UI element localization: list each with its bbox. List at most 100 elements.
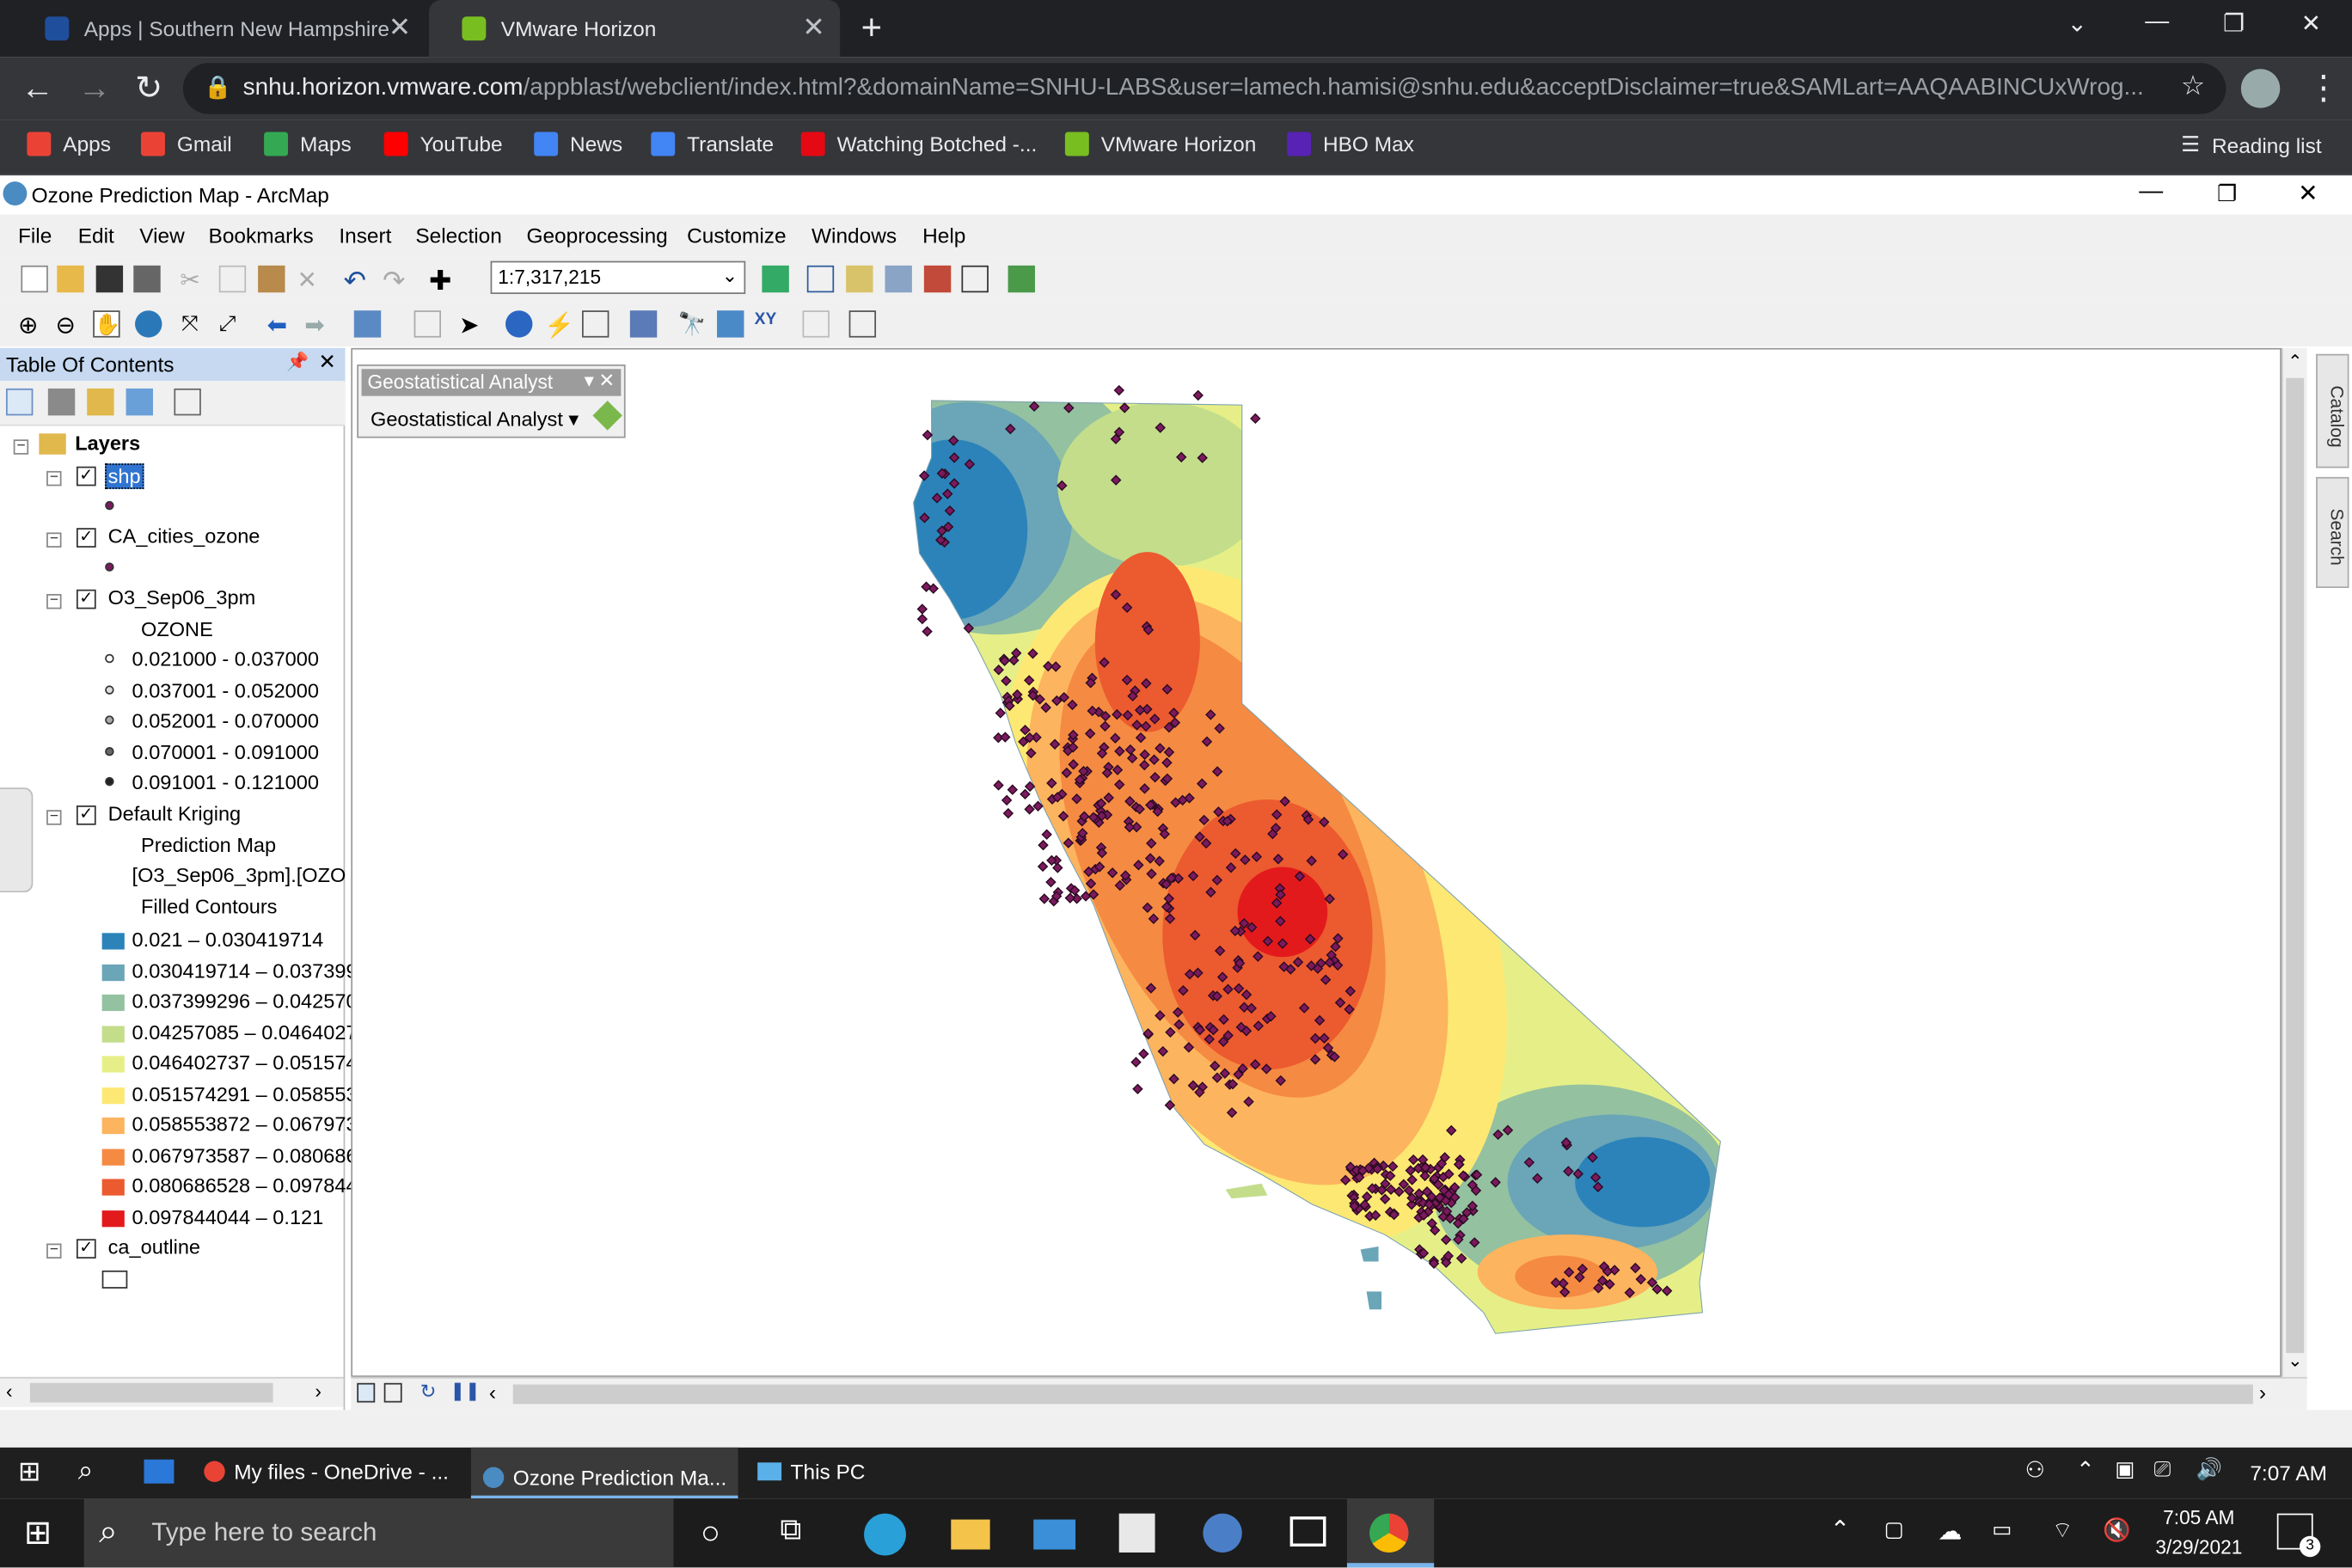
- station-point[interactable]: [916, 613, 928, 625]
- zoom-in-icon[interactable]: ⊕: [18, 310, 45, 340]
- legend-swatch[interactable]: [101, 1148, 125, 1165]
- class-symbol-icon[interactable]: [105, 685, 114, 695]
- windows-start-icon[interactable]: ⊞: [24, 1514, 52, 1553]
- menu-geoprocessing[interactable]: Geoprocessing: [526, 224, 667, 248]
- layer-visibility-checkbox[interactable]: ✓: [76, 466, 96, 487]
- wifi-icon[interactable]: ⌔: [2052, 1516, 2073, 1545]
- edge-icon[interactable]: [864, 1513, 906, 1556]
- station-point[interactable]: [1130, 1057, 1142, 1068]
- toc-horizontal-scrollbar[interactable]: ‹ ›: [0, 1376, 344, 1407]
- volume-icon[interactable]: 🔊: [2196, 1456, 2222, 1482]
- hyperlink-icon[interactable]: ⚡: [544, 310, 574, 340]
- geostatistical-analyst-menu-button[interactable]: Geostatistical Analyst ▾: [371, 401, 622, 432]
- legend-swatch[interactable]: [101, 1087, 125, 1104]
- station-point[interactable]: [1064, 892, 1076, 903]
- close-icon[interactable]: ✕: [2298, 179, 2318, 209]
- station-point[interactable]: [1007, 784, 1019, 795]
- point-symbol-icon[interactable]: [105, 500, 114, 511]
- layer-visibility-checkbox[interactable]: ✓: [76, 805, 96, 825]
- map-scale-combobox[interactable]: 1:7,317,215 ⌄: [490, 260, 746, 295]
- chevron-up-icon[interactable]: ⌃: [1830, 1515, 1850, 1545]
- forward-arrow-icon[interactable]: →: [78, 69, 111, 107]
- station-point[interactable]: [1037, 861, 1049, 873]
- map-view[interactable]: [351, 347, 2283, 1379]
- layer-ca-outline-label[interactable]: ca_outline: [108, 1236, 200, 1259]
- zoom-out-icon[interactable]: ⊖: [56, 310, 83, 340]
- taskbar-item-onedrive[interactable]: My files - OneDrive - ...: [204, 1460, 449, 1484]
- search-icon[interactable]: ⌕: [78, 1455, 94, 1487]
- station-point[interactable]: [1045, 876, 1057, 888]
- find-binoculars-icon[interactable]: 🔭: [678, 310, 707, 338]
- next-extent-arrow-icon[interactable]: ➡: [304, 310, 331, 340]
- onedrive-cloud-icon[interactable]: ☁: [1938, 1516, 1962, 1547]
- arctoolbox-icon[interactable]: [923, 265, 952, 293]
- windows-start-icon[interactable]: ⊞: [18, 1456, 40, 1488]
- station-point[interactable]: [995, 707, 1006, 719]
- legend-swatch[interactable]: [101, 994, 125, 1012]
- station-point[interactable]: [1001, 794, 1013, 806]
- station-point[interactable]: [1113, 384, 1125, 396]
- catalog-window-icon[interactable]: [846, 265, 873, 293]
- collapse-icon[interactable]: −: [46, 470, 62, 487]
- station-point[interactable]: [1024, 804, 1035, 815]
- people-icon[interactable]: ⚇: [2025, 1456, 2045, 1484]
- station-point[interactable]: [1192, 389, 1204, 401]
- station-point[interactable]: [1052, 862, 1063, 873]
- station-point[interactable]: [1002, 807, 1014, 819]
- undo-icon[interactable]: ↶: [344, 266, 371, 296]
- cut-icon[interactable]: ✂: [180, 266, 206, 294]
- close-icon[interactable]: ✕: [802, 12, 824, 44]
- tab-snhu-apps[interactable]: Apps | Southern New Hampshire ✕: [12, 0, 426, 57]
- open-folder-icon[interactable]: [57, 265, 84, 293]
- scroll-thumb[interactable]: [2286, 377, 2305, 1353]
- menu-bookmarks[interactable]: Bookmarks: [209, 224, 314, 248]
- modelbuilder-icon[interactable]: [1008, 265, 1035, 293]
- app-icon[interactable]: [1203, 1513, 1242, 1553]
- bookmark-gmail[interactable]: Gmail: [141, 132, 232, 156]
- mail-icon[interactable]: [1033, 1519, 1076, 1550]
- new-document-icon[interactable]: [21, 265, 48, 293]
- taskbar-search-box[interactable]: ⌕ Type here to search: [83, 1498, 674, 1568]
- back-arrow-icon[interactable]: ←: [21, 69, 53, 107]
- clock[interactable]: 7:07 AM: [2250, 1461, 2327, 1485]
- measure-icon[interactable]: [629, 310, 658, 338]
- scroll-thumb[interactable]: [512, 1384, 2253, 1405]
- fixed-zoom-in-icon[interactable]: ⤧: [181, 310, 208, 337]
- clock-date[interactable]: 3/29/2021: [2155, 1536, 2242, 1559]
- menu-insert[interactable]: Insert: [339, 224, 391, 248]
- dropdown-arrow-icon[interactable]: ▾: [585, 369, 594, 393]
- ozone-prediction-map[interactable]: [352, 350, 2283, 1379]
- pin-icon[interactable]: 📌: [286, 351, 309, 371]
- file-explorer-icon[interactable]: [951, 1519, 990, 1550]
- station-point[interactable]: [993, 780, 1004, 791]
- bookmark-hbo-max[interactable]: HBO Max: [1287, 132, 1414, 156]
- station-point[interactable]: [1138, 1048, 1149, 1060]
- station-point[interactable]: [1038, 893, 1050, 904]
- layer-visibility-checkbox[interactable]: ✓: [76, 589, 96, 609]
- menu-kebab-icon[interactable]: ⋮: [2307, 69, 2340, 107]
- layer-ca-cities-ozone-label[interactable]: CA_cities_ozone: [108, 525, 260, 548]
- station-point[interactable]: [1250, 413, 1261, 425]
- collapse-icon[interactable]: −: [46, 1243, 62, 1259]
- print-icon[interactable]: [133, 265, 161, 293]
- station-point[interactable]: [922, 429, 934, 441]
- station-point[interactable]: [922, 626, 933, 637]
- security-icon[interactable]: ▣: [2115, 1456, 2135, 1482]
- bookmark-watching-botched[interactable]: Watching Botched -...: [800, 132, 1037, 156]
- list-by-visibility-icon[interactable]: [87, 388, 114, 416]
- station-point[interactable]: [916, 603, 928, 615]
- search-window-icon[interactable]: [885, 265, 912, 293]
- legend-swatch[interactable]: [101, 1179, 125, 1196]
- go-to-xy-icon[interactable]: XY: [755, 310, 781, 337]
- meet-now-icon[interactable]: ▢: [1884, 1516, 1904, 1542]
- menu-edit[interactable]: Edit: [78, 224, 114, 248]
- mute-icon[interactable]: 🔇: [2103, 1516, 2131, 1544]
- station-point[interactable]: [1038, 839, 1049, 851]
- notifications-icon[interactable]: 3: [2276, 1513, 2321, 1558]
- station-point[interactable]: [1041, 829, 1052, 840]
- fixed-zoom-out-icon[interactable]: ⤢: [219, 310, 246, 337]
- identify-icon[interactable]: [505, 310, 533, 338]
- scroll-left-icon[interactable]: ‹: [489, 1380, 496, 1404]
- pan-hand-icon[interactable]: ✋: [93, 310, 120, 338]
- minimize-icon[interactable]: —: [2145, 9, 2169, 35]
